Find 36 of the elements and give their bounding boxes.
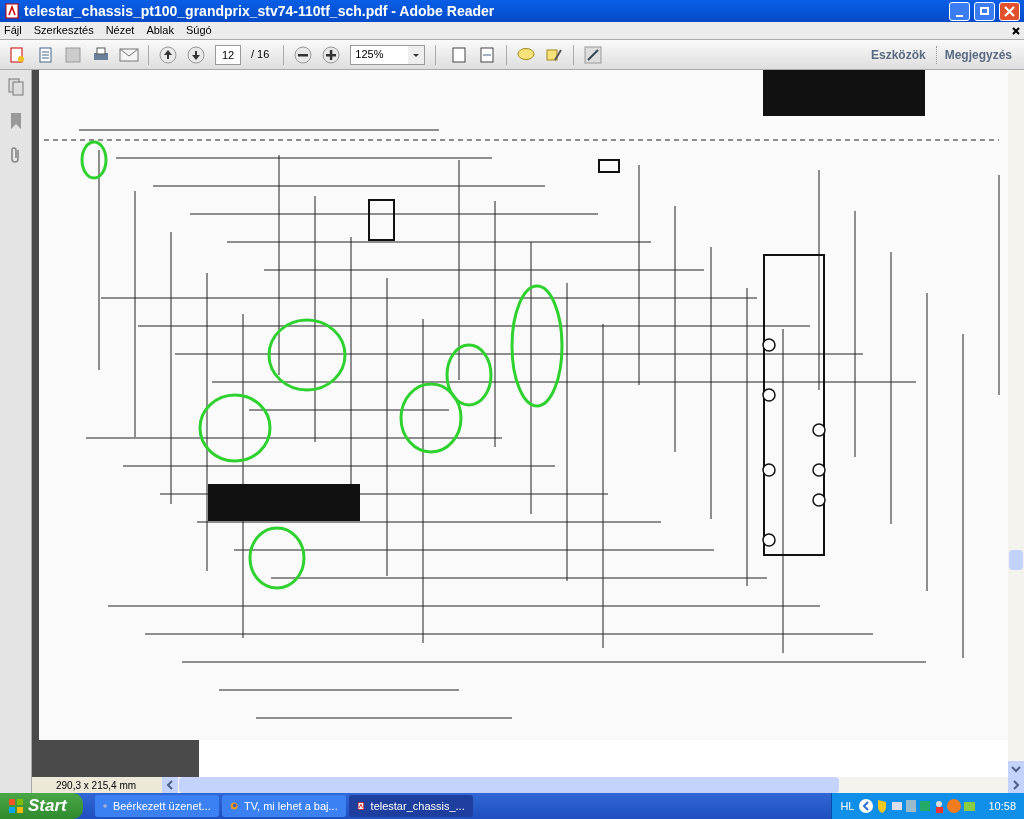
menu-item[interactable]: Ablak (146, 22, 174, 39)
pages-icon[interactable] (7, 78, 24, 96)
windows-logo-icon (8, 798, 24, 814)
bookmark-icon[interactable] (8, 112, 23, 130)
vertical-scrollbar[interactable] (1008, 70, 1024, 777)
menu-item[interactable]: Súgó (185, 22, 212, 39)
close-button[interactable] (999, 1, 1020, 21)
pane-button[interactable]: Megjegyzés (935, 45, 1020, 64)
window-title: telestar_chassis_pt100_grandprix_stv74-110tf_sch.pdf - Adobe Reader (24, 1, 496, 21)
zoom-value: 125% (354, 47, 385, 63)
pdf-file-icon (4, 3, 20, 19)
menu-item[interactable]: Szerkesztés (33, 22, 94, 39)
menu-item[interactable]: Fájl (4, 22, 22, 39)
minimize-button[interactable] (949, 1, 970, 21)
page-number-field[interactable]: 12 (215, 44, 241, 65)
caret-icon (408, 45, 425, 64)
page-size-label: 290,3 x 215,4 mm (32, 777, 162, 793)
scrollbar-thumb[interactable] (1009, 550, 1023, 570)
restore-button[interactable] (974, 1, 995, 21)
pane-button[interactable]: Eszközök (862, 45, 934, 64)
close-icon (1004, 5, 1015, 17)
pdf-file-icon (356, 799, 365, 813)
scroll-right-icon[interactable] (1008, 777, 1024, 793)
start-button[interactable]: Start (0, 793, 83, 819)
zoom-dropdown[interactable]: 125% (350, 44, 426, 65)
taskbar-button[interactable]: telestar_chassis_... (348, 795, 473, 817)
scroll-left-icon[interactable] (162, 777, 178, 793)
page-total: / 16 (251, 47, 270, 63)
taskbar-button[interactable]: Beérkezett üzenet... (94, 795, 219, 817)
scroll-down-icon[interactable] (1008, 761, 1024, 777)
scrollbar-thumb[interactable] (179, 777, 839, 793)
close-icon[interactable] (1012, 26, 1020, 35)
taskbar-button[interactable]: TV, mi lehet a baj... (221, 795, 346, 817)
tray-icons-drawing[interactable] (858, 798, 977, 814)
clock: 10:58 (988, 798, 1016, 814)
menu-item[interactable]: Nézet (105, 22, 135, 39)
